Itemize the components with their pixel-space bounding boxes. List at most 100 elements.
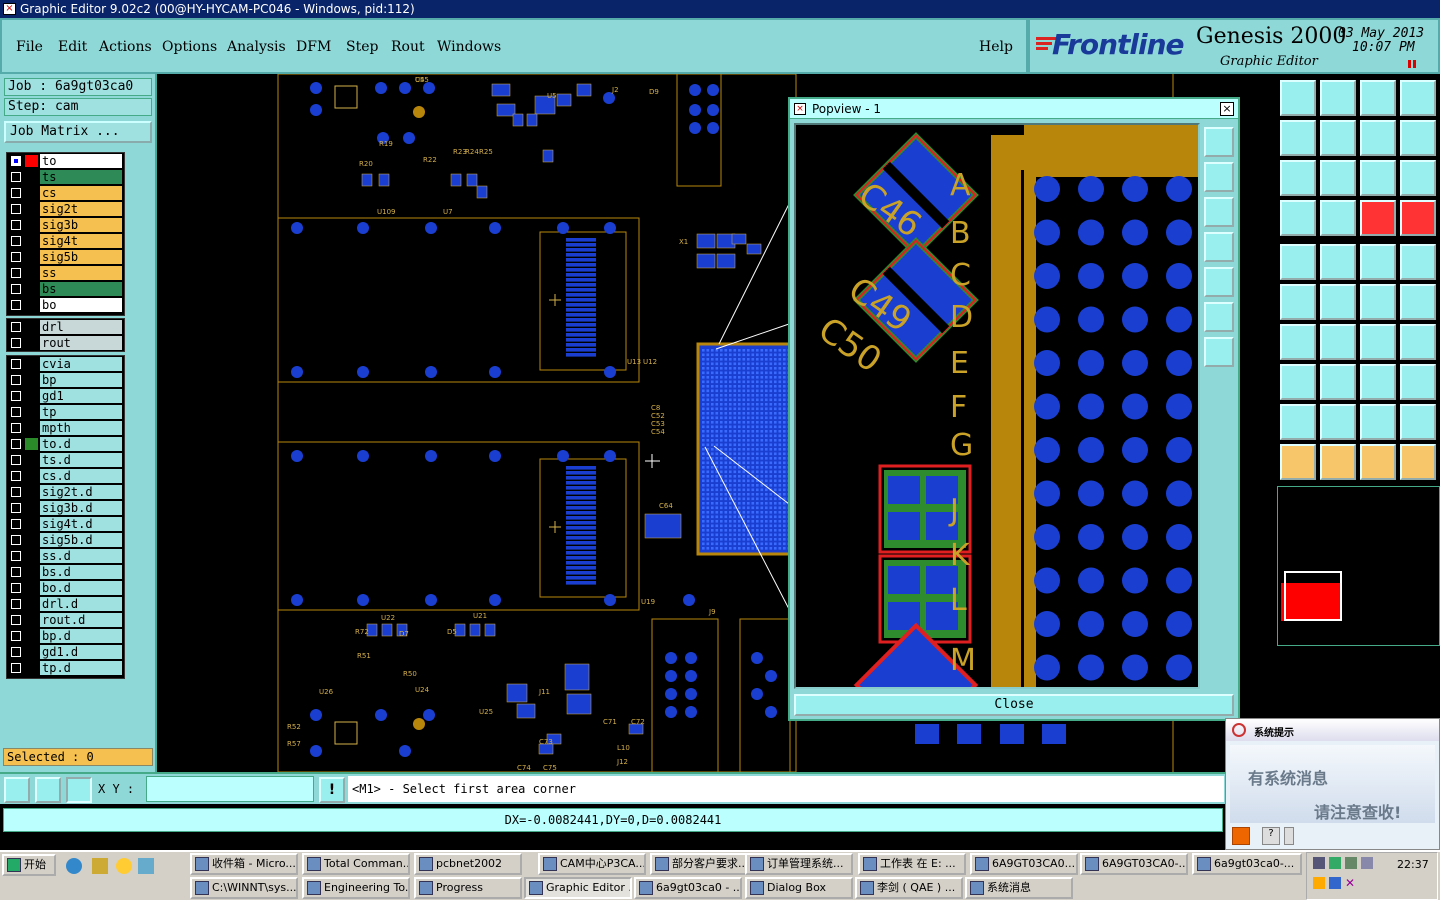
snap-a-icon[interactable] xyxy=(1360,200,1396,236)
layer-color-swatch[interactable] xyxy=(25,155,38,167)
layer-color-swatch[interactable] xyxy=(25,438,38,450)
layer-name[interactable]: gd1 xyxy=(40,389,122,403)
layer-row-sig2t-d[interactable]: sig2t.d xyxy=(7,484,124,500)
close-button[interactable]: Close xyxy=(794,694,1234,716)
layer-color-swatch[interactable] xyxy=(25,203,38,215)
layer-checkbox[interactable] xyxy=(11,631,21,641)
route-icon[interactable] xyxy=(1280,284,1316,320)
ratio-icon[interactable] xyxy=(1360,160,1396,196)
layer-checkbox[interactable] xyxy=(11,519,21,529)
layer-name[interactable]: sig5b.d xyxy=(40,533,122,547)
layer-name[interactable]: sig2t.d xyxy=(40,485,122,499)
surface-b-icon[interactable] xyxy=(1320,404,1356,440)
menu-edit[interactable]: Edit xyxy=(58,39,87,55)
surface-d-icon[interactable] xyxy=(1400,404,1436,440)
layer-color-swatch[interactable] xyxy=(25,486,38,498)
layer-name[interactable]: bo xyxy=(40,298,122,312)
taskbar-item[interactable]: 系统消息 xyxy=(965,877,1073,899)
layer-color-swatch[interactable] xyxy=(25,422,38,434)
menu-step[interactable]: Step xyxy=(346,39,378,55)
layer-checkbox[interactable] xyxy=(11,423,21,433)
group-icon[interactable] xyxy=(1400,364,1436,400)
layer-color-swatch[interactable] xyxy=(25,502,38,514)
layer-name[interactable]: ss.d xyxy=(40,549,122,563)
popview-pan-left-icon[interactable] xyxy=(1204,232,1234,262)
notification-popup[interactable]: 系统提示 有系统消息 请注意查收! ? xyxy=(1225,718,1440,850)
taskbar-item[interactable]: Progress xyxy=(414,877,522,899)
layer-color-swatch[interactable] xyxy=(25,614,38,626)
layer-color-swatch[interactable] xyxy=(25,566,38,578)
network-icon[interactable] xyxy=(1313,857,1325,869)
layer-row-ss-d[interactable]: ss.d xyxy=(7,548,124,564)
layer-row-to[interactable]: to xyxy=(7,153,124,169)
layer-name[interactable]: sig4t.d xyxy=(40,517,122,531)
move-icon[interactable] xyxy=(1360,284,1396,320)
layer-row-bp-d[interactable]: bp.d xyxy=(7,628,124,644)
job-matrix-button[interactable]: Job Matrix ... xyxy=(4,121,152,143)
net-icon[interactable] xyxy=(1400,444,1436,480)
layer-row-sig2t[interactable]: sig2t xyxy=(7,201,124,217)
layer-checkbox[interactable] xyxy=(11,551,21,561)
taskbar-item[interactable]: C:\WINNT\sys... xyxy=(190,877,298,899)
layer-row-gd1-d[interactable]: gd1.d xyxy=(7,644,124,660)
query-icon[interactable] xyxy=(1400,160,1436,196)
zoom-in-icon[interactable] xyxy=(1280,160,1316,196)
layer-checkbox[interactable] xyxy=(11,663,21,673)
surface-c-icon[interactable] xyxy=(1360,404,1396,440)
menu-file[interactable]: File xyxy=(16,39,43,55)
layer-row-bs[interactable]: bs xyxy=(7,281,124,297)
copy-icon[interactable] xyxy=(1400,284,1436,320)
layer-row-tp[interactable]: tp xyxy=(7,404,124,420)
taskbar-item[interactable]: 订单管理系统... xyxy=(745,853,853,875)
cancel-tray-icon[interactable]: ✕ xyxy=(1345,877,1357,889)
layer-row-to-d[interactable]: to.d xyxy=(7,436,124,452)
menu-dfm[interactable]: DFM xyxy=(296,39,331,55)
layer-checkbox[interactable] xyxy=(11,471,21,481)
layer-color-swatch[interactable] xyxy=(25,171,38,183)
volume-icon[interactable] xyxy=(1345,857,1357,869)
layer-name[interactable]: cvia xyxy=(40,357,122,371)
menu-windows[interactable]: Windows xyxy=(437,39,501,55)
layer-color-swatch[interactable] xyxy=(25,235,38,247)
angle-icon[interactable] xyxy=(1280,324,1316,360)
grid-icon[interactable] xyxy=(1320,200,1356,236)
layer-row-drl-d[interactable]: drl.d xyxy=(7,596,124,612)
layer-row-bo[interactable]: bo xyxy=(7,297,124,313)
layer-name[interactable]: sig2t xyxy=(40,202,122,216)
mirror-icon[interactable] xyxy=(1400,120,1436,156)
layer-name[interactable]: ss xyxy=(40,266,122,280)
antivirus-icon[interactable] xyxy=(1313,877,1325,889)
alert-icon[interactable]: ! xyxy=(319,777,345,803)
layer-checkbox[interactable] xyxy=(11,300,21,310)
overview-map[interactable] xyxy=(1277,486,1440,646)
layer-name[interactable]: sig5b xyxy=(40,250,122,264)
layer-checkbox[interactable] xyxy=(11,252,21,262)
layer-name[interactable]: drl.d xyxy=(40,597,122,611)
arc-icon[interactable] xyxy=(1360,324,1396,360)
chat-icon[interactable] xyxy=(1329,877,1341,889)
layer-row-sig5b[interactable]: sig5b xyxy=(7,249,124,265)
select-area-icon[interactable] xyxy=(1400,244,1436,280)
layer-name[interactable]: tp xyxy=(40,405,122,419)
pause-icon[interactable] xyxy=(1408,60,1418,68)
menu-analysis[interactable]: Analysis xyxy=(227,39,286,55)
pan-left-icon[interactable] xyxy=(1280,120,1316,156)
scroll-icon[interactable] xyxy=(1284,827,1294,845)
popview-zoom-in-icon[interactable] xyxy=(1204,127,1234,157)
snap-grid-icon[interactable] xyxy=(66,777,92,803)
layer-name[interactable]: rout xyxy=(40,336,122,350)
popview-zoom-fit-icon[interactable] xyxy=(1204,197,1234,227)
layer-row-sig4t-d[interactable]: sig4t.d xyxy=(7,516,124,532)
layer-color-swatch[interactable] xyxy=(25,187,38,199)
taskbar-item[interactable]: 6A9GT03CA0... xyxy=(970,853,1078,875)
xy-input[interactable] xyxy=(146,776,314,802)
layer-name[interactable]: sig4t xyxy=(40,234,122,248)
layer-color-swatch[interactable] xyxy=(25,646,38,658)
layer-name[interactable]: ts xyxy=(40,170,122,184)
taskbar-item[interactable]: Graphic Editor ... xyxy=(524,877,632,899)
layer-row-drl[interactable]: drl xyxy=(7,319,124,335)
layer-checkbox[interactable] xyxy=(11,455,21,465)
cross-icon[interactable] xyxy=(1320,284,1356,320)
layer-color-swatch[interactable] xyxy=(25,534,38,546)
layer-row-gd1[interactable]: gd1 xyxy=(7,388,124,404)
